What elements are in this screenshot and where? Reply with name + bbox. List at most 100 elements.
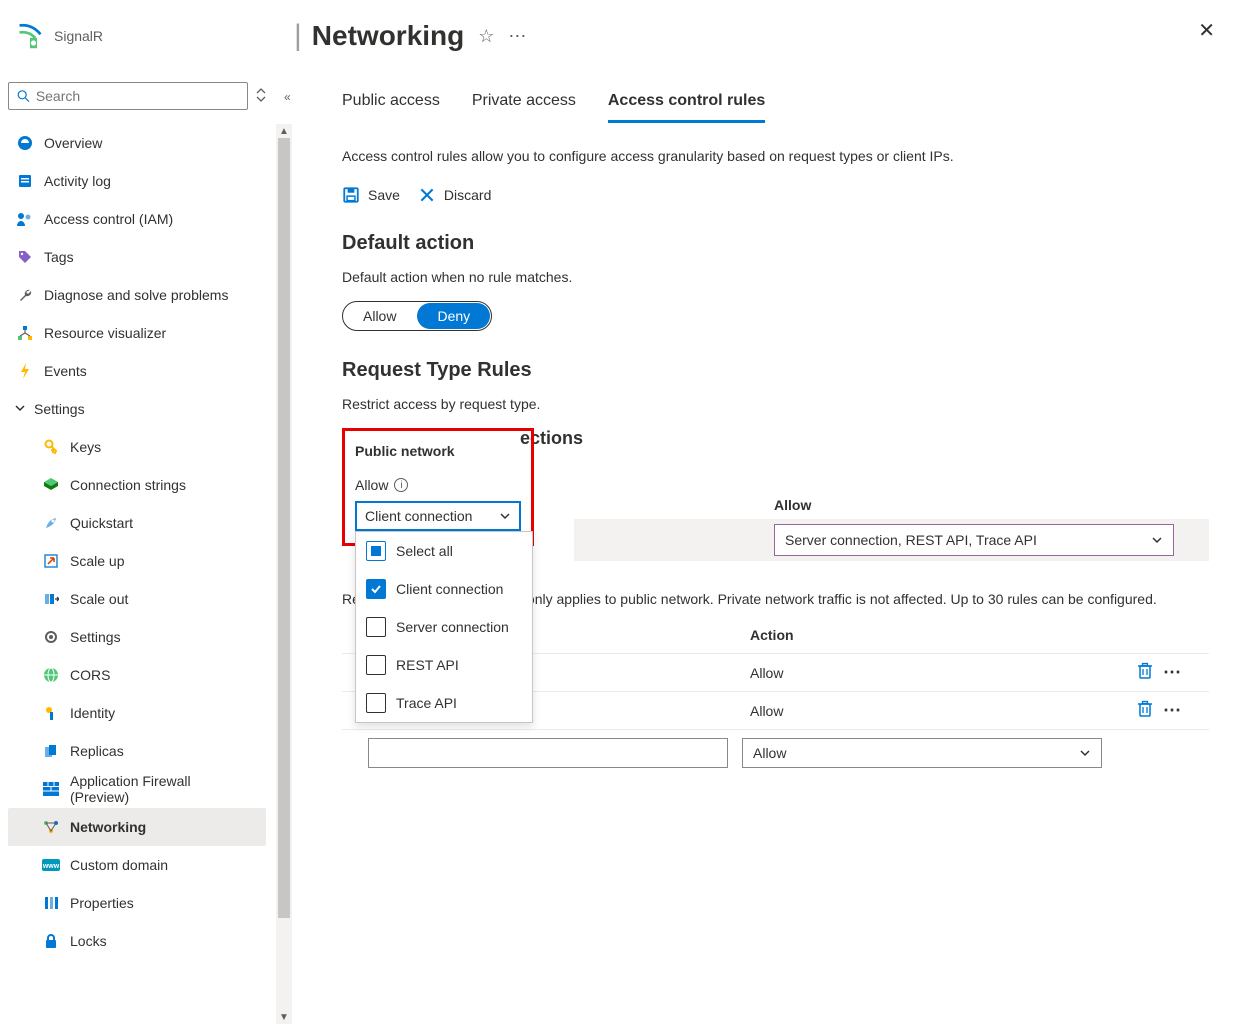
option-trace-api[interactable]: Trace API bbox=[356, 684, 532, 722]
trash-icon bbox=[1137, 700, 1153, 718]
tab-private-access[interactable]: Private access bbox=[472, 92, 576, 123]
dropdown-value: Server connection, REST API, Trace API bbox=[785, 532, 1037, 548]
scroll-up-icon[interactable]: ▲ bbox=[276, 124, 292, 138]
sidebar-label: Connection strings bbox=[70, 477, 186, 493]
sidebar-item-scale-up[interactable]: Scale up bbox=[8, 542, 266, 580]
brand-name: SignalR bbox=[54, 28, 103, 44]
option-label: Select all bbox=[396, 543, 453, 559]
delete-row-button[interactable] bbox=[1137, 662, 1153, 683]
sidebar-item-identity[interactable]: Identity bbox=[8, 694, 266, 732]
sidebar-label: Properties bbox=[70, 895, 134, 911]
sidebar-item-application-firewall[interactable]: Application Firewall (Preview) bbox=[8, 770, 266, 808]
toggle-deny[interactable]: Deny bbox=[417, 303, 490, 329]
save-icon bbox=[342, 186, 360, 204]
sidebar-item-quickstart[interactable]: Quickstart bbox=[8, 504, 266, 542]
new-action-dropdown[interactable]: Allow bbox=[742, 738, 1102, 768]
sidebar-item-diagnose[interactable]: Diagnose and solve problems bbox=[8, 276, 266, 314]
new-cidr-input[interactable] bbox=[368, 738, 728, 768]
checkbox-empty-icon bbox=[366, 617, 386, 637]
sidebar-resize-icon[interactable] bbox=[256, 87, 266, 106]
row-more-icon[interactable]: ⋯ bbox=[1163, 700, 1183, 721]
sidebar-item-properties[interactable]: Properties bbox=[8, 884, 266, 922]
sidebar-item-tags[interactable]: Tags bbox=[8, 238, 266, 276]
page-title-area: | Networking ☆ ⋯ bbox=[280, 19, 528, 53]
request-type-rules-heading: Request Type Rules bbox=[342, 359, 1209, 382]
private-endpoint-panel: ections Allow Server connection, REST AP… bbox=[574, 428, 1209, 561]
save-label: Save bbox=[368, 187, 400, 203]
sidebar-item-keys[interactable]: Keys bbox=[8, 428, 266, 466]
tab-public-access[interactable]: Public access bbox=[342, 92, 440, 123]
lightning-icon bbox=[16, 362, 34, 380]
sidebar-label: Events bbox=[44, 363, 87, 379]
allow-request-type-dropdown[interactable]: Client connection bbox=[355, 501, 521, 531]
replicas-icon bbox=[42, 742, 60, 760]
sidebar-nav: ▲ ▼ Overview Activity log Access control… bbox=[8, 124, 266, 960]
sidebar-item-scale-out[interactable]: Scale out bbox=[8, 580, 266, 618]
checkbox-checked-icon bbox=[366, 579, 386, 599]
sidebar-label: Scale up bbox=[70, 553, 124, 569]
private-endpoint-allow-header: Allow bbox=[774, 497, 1209, 513]
sidebar-label: Scale out bbox=[70, 591, 128, 607]
sidebar-scrollbar[interactable]: ▲ ▼ bbox=[276, 124, 292, 1024]
row-more-icon[interactable]: ⋯ bbox=[1163, 662, 1183, 683]
checkbox-empty-icon bbox=[366, 655, 386, 675]
sidebar-item-connection-strings[interactable]: Connection strings bbox=[8, 466, 266, 504]
dropdown-value: Allow bbox=[753, 745, 786, 761]
properties-icon bbox=[42, 894, 60, 912]
sidebar-group-label: Settings bbox=[34, 401, 85, 417]
sidebar-item-overview[interactable]: Overview bbox=[8, 124, 266, 162]
scroll-down-icon[interactable]: ▼ bbox=[276, 1010, 292, 1024]
trash-icon bbox=[1137, 662, 1153, 680]
truncated-heading: ections bbox=[520, 428, 1209, 449]
connection-icon bbox=[42, 476, 60, 494]
sidebar-label: Activity log bbox=[44, 173, 111, 189]
sidebar-item-replicas[interactable]: Replicas bbox=[8, 732, 266, 770]
option-rest-api[interactable]: REST API bbox=[356, 646, 532, 684]
option-select-all[interactable]: Select all bbox=[356, 532, 532, 570]
sidebar-item-custom-domain[interactable]: wwwCustom domain bbox=[8, 846, 266, 884]
svg-text:www: www bbox=[42, 863, 60, 870]
sidebar-item-activity-log[interactable]: Activity log bbox=[8, 162, 266, 200]
sidebar-item-settings[interactable]: Settings bbox=[8, 618, 266, 656]
save-button[interactable]: Save bbox=[342, 186, 400, 204]
info-icon[interactable]: i bbox=[394, 478, 408, 492]
discard-button[interactable]: Discard bbox=[418, 186, 491, 204]
favorite-star-icon[interactable]: ☆ bbox=[478, 26, 494, 47]
sidebar-label: Quickstart bbox=[70, 515, 133, 531]
close-icon[interactable]: ✕ bbox=[1198, 18, 1215, 43]
command-bar: Save Discard bbox=[342, 186, 1209, 204]
sidebar-label: Tags bbox=[44, 249, 74, 265]
option-server-connection[interactable]: Server connection bbox=[356, 608, 532, 646]
collapse-sidebar-icon[interactable]: « bbox=[284, 90, 291, 104]
sidebar-item-events[interactable]: Events bbox=[8, 352, 266, 390]
private-endpoint-row: Server connection, REST API, Trace API bbox=[574, 519, 1209, 561]
sidebar-item-iam[interactable]: Access control (IAM) bbox=[8, 200, 266, 238]
sidebar-scrollbar-thumb[interactable] bbox=[278, 138, 290, 918]
option-client-connection[interactable]: Client connection bbox=[356, 570, 532, 608]
identity-icon bbox=[42, 704, 60, 722]
request-type-rules-desc: Restrict access by request type. bbox=[342, 396, 1209, 412]
delete-row-button[interactable] bbox=[1137, 700, 1153, 721]
allow-request-type-options: Select all Client connection Server conn… bbox=[355, 531, 533, 723]
sidebar-settings-subnav: Keys Connection strings Quickstart Scale… bbox=[8, 428, 266, 960]
overview-icon bbox=[16, 134, 34, 152]
sidebar-item-cors[interactable]: CORS bbox=[8, 656, 266, 694]
more-actions-icon[interactable]: ⋯ bbox=[508, 26, 528, 47]
brand: SignalR bbox=[0, 22, 280, 50]
search-box[interactable] bbox=[8, 82, 248, 110]
chevron-down-icon bbox=[1151, 534, 1163, 546]
action-value: Allow bbox=[750, 703, 1137, 719]
search-input[interactable] bbox=[36, 88, 239, 104]
sidebar-item-resource-visualizer[interactable]: Resource visualizer bbox=[8, 314, 266, 352]
private-endpoint-allow-dropdown[interactable]: Server connection, REST API, Trace API bbox=[774, 524, 1174, 556]
chevron-down-icon bbox=[14, 401, 26, 417]
domain-icon: www bbox=[42, 856, 60, 874]
option-label: Client connection bbox=[396, 581, 503, 597]
sidebar-group-settings[interactable]: Settings bbox=[8, 390, 266, 428]
toggle-allow[interactable]: Allow bbox=[343, 302, 416, 330]
sidebar-label: Diagnose and solve problems bbox=[44, 287, 228, 303]
sidebar-item-networking[interactable]: Networking bbox=[8, 808, 266, 846]
tab-access-control-rules[interactable]: Access control rules bbox=[608, 92, 765, 123]
sidebar-item-locks[interactable]: Locks bbox=[8, 922, 266, 960]
dropdown-value: Client connection bbox=[365, 508, 472, 524]
